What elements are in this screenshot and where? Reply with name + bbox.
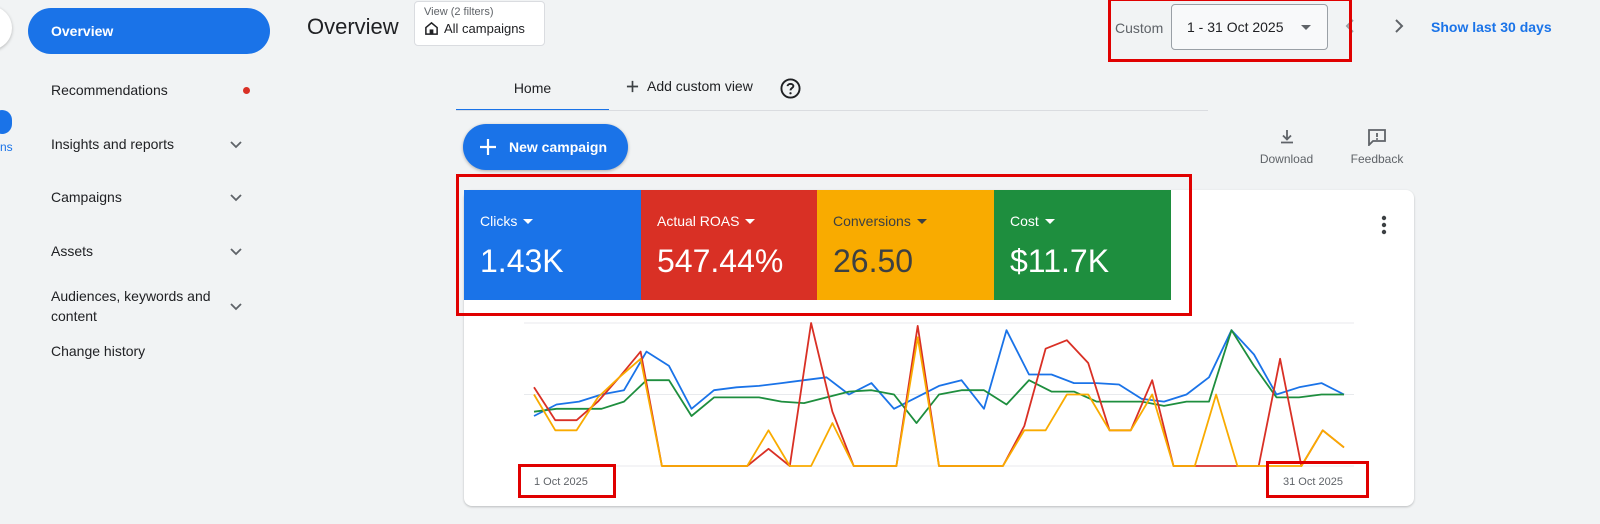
highlight-start-date xyxy=(518,464,616,498)
filter-count: View (2 filters) xyxy=(424,6,494,18)
sidebar-item-audiences[interactable]: Audiences, keywords and content xyxy=(28,276,270,336)
show-last-30-days-link[interactable]: Show last 30 days xyxy=(1431,19,1552,35)
campaigns-rail-icon[interactable] xyxy=(0,110,12,134)
more-vert-icon[interactable] xyxy=(1381,215,1387,235)
sidebar-item-assets[interactable]: Assets xyxy=(28,226,270,276)
filter-value: All campaigns xyxy=(444,21,525,36)
sidebar-item-label: Audiences, keywords and content xyxy=(51,288,211,324)
sidebar-item-recommendations[interactable]: Recommendations xyxy=(28,60,270,120)
sidebar: Overview Recommendations Insights and re… xyxy=(28,8,270,366)
sidebar-item-label: Assets xyxy=(51,243,94,259)
notification-dot xyxy=(243,86,250,94)
chevron-down-icon xyxy=(230,248,242,256)
tab-home[interactable]: Home xyxy=(456,70,609,111)
rail-label[interactable]: ns xyxy=(0,140,13,154)
sidebar-item-change-history[interactable]: Change history xyxy=(28,336,270,366)
account-avatar[interactable] xyxy=(0,6,12,50)
highlight-end-date xyxy=(1266,461,1369,498)
highlight-metrics xyxy=(456,174,1192,316)
tab-divider xyxy=(456,110,1208,111)
add-custom-view-tab[interactable]: Add custom view xyxy=(626,78,753,94)
new-campaign-button[interactable]: New campaign xyxy=(463,124,628,170)
chevron-down-icon xyxy=(230,194,242,202)
sidebar-item-label: Recommendations xyxy=(51,82,168,98)
download-icon xyxy=(1280,130,1293,144)
series-line-1 xyxy=(533,329,1344,424)
feedback-button[interactable]: Feedback xyxy=(1349,128,1405,166)
sidebar-item-overview[interactable]: Overview xyxy=(28,8,270,54)
sidebar-item-label: Insights and reports xyxy=(51,136,174,152)
chevron-down-icon xyxy=(230,141,242,149)
feedback-label: Feedback xyxy=(1350,152,1404,166)
sidebar-item-label: Campaigns xyxy=(51,189,122,205)
sidebar-item-label: Change history xyxy=(51,343,146,359)
chevron-right-icon[interactable] xyxy=(1389,17,1407,35)
sidebar-item-campaigns[interactable]: Campaigns xyxy=(28,168,270,226)
chevron-down-icon xyxy=(230,303,242,311)
home-icon xyxy=(425,21,438,35)
highlight-date-range xyxy=(1108,0,1352,62)
plus-icon xyxy=(626,80,639,92)
download-button[interactable]: Download xyxy=(1259,128,1314,166)
help-icon[interactable] xyxy=(780,78,801,99)
campaign-filter-chip[interactable]: View (2 filters) All campaigns xyxy=(414,1,545,46)
sidebar-item-insights[interactable]: Insights and reports xyxy=(28,120,270,168)
download-label: Download xyxy=(1259,152,1314,166)
feedback-icon xyxy=(1368,129,1386,146)
plus-icon xyxy=(480,139,496,155)
page-title: Overview xyxy=(307,14,399,39)
add-custom-view-label: Add custom view xyxy=(647,78,753,94)
series-line-0 xyxy=(533,329,1345,417)
new-campaign-label: New campaign xyxy=(509,139,608,155)
